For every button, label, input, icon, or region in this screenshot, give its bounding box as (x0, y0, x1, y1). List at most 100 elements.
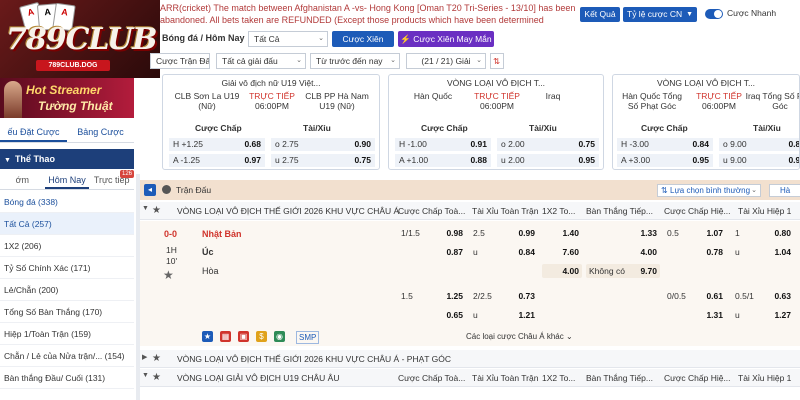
odds-cell[interactable]: 1.31 (664, 308, 726, 322)
odds-cell[interactable]: u 2.75 0.75 (271, 154, 375, 167)
odds-cell[interactable]: 0.5/1 0.63 (732, 289, 794, 303)
odds-line: H -3.00 (621, 139, 649, 149)
sport-menu-item-football[interactable]: Bóng đá (338) (0, 191, 134, 213)
collapse-icon[interactable]: ◂ (144, 184, 156, 196)
sport-menu-item-1x2[interactable]: 1X2 (206) (0, 235, 134, 257)
promo-subtitle: Tường Thuật (38, 99, 113, 113)
results-button[interactable]: Kết Quả (580, 7, 620, 22)
live-tracker-icon[interactable]: ◉ (274, 331, 285, 342)
chevron-down-icon[interactable]: ▼ (142, 372, 149, 379)
odds-cell[interactable]: 0/0.5 0.61 (664, 289, 726, 303)
brand-logo[interactable]: A A A 789CLUB 789CLUB.DOG (0, 0, 160, 78)
sport-menu-item-half-odd-even[interactable]: Chẵn / Lẻ của Nửa trận/... (154) (0, 345, 134, 367)
sport-menu-item-correct-score[interactable]: Tỷ Số Chính Xác (171) (0, 257, 134, 279)
odds-cell[interactable]: o 2.00 0.75 (497, 138, 599, 151)
tab-today[interactable]: Hôm Nay (44, 170, 90, 189)
sport-menu-item-all[interactable]: Tất Cả (257) (0, 213, 134, 235)
odds-cell[interactable]: 1.5 1.25 (398, 289, 466, 303)
select-label: (21 / 21) Giải (421, 56, 471, 66)
star-icon[interactable]: ★ (202, 331, 213, 342)
lucky-icon[interactable]: $ (256, 331, 267, 342)
tab-live[interactable]: Trực tiếp 126 (89, 170, 135, 189)
promo-banner[interactable]: Hot Streamer Tường Thuật (0, 78, 134, 118)
odds-cell[interactable]: 4.00 (586, 245, 660, 259)
sport-menu-item-ht-ft[interactable]: Hiệp 1/Toàn Trận (159) (0, 323, 134, 345)
field-icon[interactable]: ▣ (238, 331, 249, 342)
odds-cell[interactable]: 1.40 (542, 226, 582, 240)
away-team[interactable]: Úc (202, 247, 214, 257)
tab-bet-slip[interactable]: ếu Đặt Cược (0, 121, 67, 142)
odds-cell[interactable]: 2.5 0.99 (470, 226, 538, 240)
stats-icon[interactable]: ▦ (220, 331, 231, 342)
odds-cell[interactable]: 1.33 (586, 226, 660, 240)
odds-cell[interactable]: A -1.25 0.97 (169, 154, 265, 167)
odds-cell[interactable]: u 9.00 0.93 (719, 154, 799, 167)
odds-cell[interactable]: 7.60 (542, 245, 582, 259)
odds-cell[interactable]: 4.00 (542, 264, 582, 278)
home-team[interactable]: Nhật Bản (202, 229, 242, 239)
odds-cell[interactable]: 0.65 (398, 308, 466, 322)
card-away-team: Iraq Tổng Số Phạt Góc (745, 91, 799, 111)
odds-cell[interactable]: u 1.04 (732, 245, 794, 259)
featured-match-card[interactable]: Giải vô địch nữ U19 Việt... CLB Sơn La U… (162, 74, 380, 170)
featured-match-card[interactable]: VÒNG LOẠI VÔ ĐỊCH T... Hàn Quốc TRỰC TIẾ… (388, 74, 604, 170)
league-select[interactable]: Tất cả giải đấu ⌄ (216, 53, 306, 69)
odds-line: u (473, 310, 478, 320)
odds-cell[interactable]: H -3.00 0.84 (617, 138, 713, 151)
favorite-star-icon[interactable]: ★ (152, 205, 161, 216)
sort-arrows-icon[interactable]: ⇅ (490, 53, 504, 69)
favorite-star-icon[interactable]: ★ (152, 353, 161, 364)
odds-type-select[interactable]: Tỷ lệ cược CN ▼ (623, 7, 697, 22)
odds-cell[interactable]: u 1.27 (732, 308, 794, 322)
odds-line: u 9.00 (723, 155, 747, 165)
parlay-button[interactable]: Cược Xiên (332, 31, 394, 47)
odds-cell[interactable]: o 2.75 0.90 (271, 138, 375, 151)
odds-value: 0.78 (706, 247, 723, 257)
odds-cell[interactable]: Không có 9.70 (586, 264, 660, 278)
odds-cell[interactable]: H +1.25 0.68 (169, 138, 265, 151)
odds-cell[interactable]: 0.78 (664, 245, 726, 259)
quick-bet-toggle[interactable] (705, 9, 723, 19)
favorite-star-icon[interactable]: ★ (152, 372, 161, 383)
chevron-right-icon[interactable]: ▶ (142, 353, 147, 361)
odds-cell[interactable]: u 2.00 0.95 (497, 154, 599, 167)
sort-select[interactable]: ⇅ Lựa chọn bình thường ⌄ (657, 184, 761, 197)
odds-cell[interactable]: 1/1.5 0.98 (398, 226, 466, 240)
league-row[interactable]: ▼ ★ VÒNG LOẠI VÔ ĐỊCH THẾ GIỚI 2026 KHU … (140, 202, 800, 220)
sport-menu-item-first-last-goal[interactable]: Bàn thắng Đầu/ Cuối (131) (0, 367, 134, 389)
odds-cell[interactable]: 0.5 1.07 (664, 226, 726, 240)
live-label: TRỰC TIẾP (249, 91, 295, 101)
odds-cell[interactable]: 2/2.5 0.73 (470, 289, 538, 303)
chevron-down-icon[interactable]: ▼ (142, 205, 149, 212)
sport-menu-item-total-goals[interactable]: Tổng Số Bàn Thắng (170) (0, 301, 134, 323)
odds-cell[interactable]: o 9.00 0.84 (719, 138, 799, 151)
league-row[interactable]: ▼ ★ VÒNG LOẠI GIẢI VÔ ĐỊCH U19 CHÂU ÂU C… (140, 369, 800, 387)
sport-menu-item-odd-even[interactable]: Lẻ/Chẵn (200) (0, 279, 134, 301)
odds-cell[interactable]: A +1.00 0.88 (395, 154, 491, 167)
odds-cell[interactable]: u 1.21 (470, 308, 538, 322)
bet-type-select[interactable]: Cược Trận Đấu ⌄ (150, 53, 210, 69)
league-row[interactable]: ▶ ★ VÒNG LOẠI VÔ ĐỊCH THẾ GIỚI 2026 KHU … (140, 350, 800, 368)
sports-header[interactable]: ▼ Thể Thao (0, 149, 134, 169)
odds-cell[interactable]: A +3.00 0.95 (617, 154, 713, 167)
odds-value: 0.95 (692, 155, 709, 165)
favorite-star-icon[interactable]: ★ (163, 268, 174, 282)
odds-cell[interactable]: 0.87 (398, 245, 466, 259)
tab-early[interactable]: ớm (0, 170, 45, 189)
more-asian-bets-link[interactable]: Các loại cược Châu Á khác ⌄ (466, 332, 573, 341)
lucky-parlay-button[interactable]: ⚡ Cược Xiên May Mắn (398, 31, 494, 47)
odds-line: 0.5 (667, 228, 679, 238)
featured-match-card[interactable]: VÒNG LOẠI VÔ ĐỊCH T... Hàn Quốc Tổng Số … (612, 74, 800, 170)
league-count-select[interactable]: (21 / 21) Giải ⌄ (406, 53, 486, 69)
market-select-label: Tất Cả (254, 34, 280, 44)
market-select[interactable]: Tất Cả ⌄ (248, 31, 328, 47)
tab-bet-board[interactable]: Bảng Cược (67, 121, 134, 142)
time-range-select[interactable]: Từ trước đến nay ⌄ (310, 53, 400, 69)
odds-cell[interactable]: u 0.84 (470, 245, 538, 259)
league-name: VÒNG LOẠI GIẢI VÔ ĐỊCH U19 CHÂU ÂU (177, 373, 340, 383)
odds-cell[interactable]: 1 0.80 (732, 226, 794, 240)
smp-badge[interactable]: SMP (296, 331, 320, 344)
odds-cell[interactable]: H -1.00 0.91 (395, 138, 491, 151)
over-under-header: Tài/Xỉu (529, 123, 557, 133)
secondary-sort-select[interactable]: Hà (769, 184, 800, 197)
